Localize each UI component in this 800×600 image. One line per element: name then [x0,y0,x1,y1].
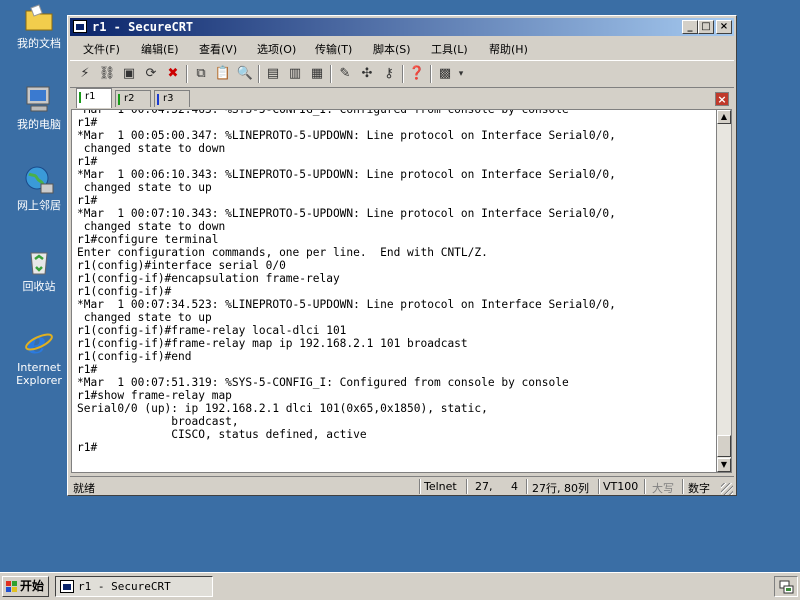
paste-icon[interactable]: 📋 [214,65,232,83]
session-tabs: r1 r2 r3 × [70,88,734,108]
toolbar-separator [430,65,432,83]
recycle-bin-icon [30,252,48,275]
global-options-icon[interactable]: ✣ [358,65,376,83]
toolbar-separator [330,65,332,83]
start-label: 开始 [20,579,45,593]
print-icon[interactable]: ▤ [264,65,282,83]
disconnect-icon[interactable]: ✖ [164,65,182,83]
tab-r2[interactable]: r2 [115,90,151,107]
network-icon [25,166,54,194]
session-options-icon[interactable]: ✎ [336,65,354,83]
maximize-button[interactable]: □ [698,20,714,34]
print-setup-icon[interactable]: ▦ [308,65,326,83]
securecrt-window: r1 - SecureCRT _ □ × 文件(F) 编辑(E) 查看(V) 选… [67,15,737,496]
copy-icon[interactable]: ⧉ [192,65,210,83]
status-ready: 就绪 [73,482,95,495]
menu-script[interactable]: 脚本(S) [373,41,411,57]
toolbar-separator [186,65,188,83]
scroll-thumb[interactable] [717,435,731,457]
folder-icon [25,4,53,31]
desktop-icon-label: 我的电脑 [17,118,61,131]
start-button[interactable]: 开始 [2,576,49,597]
app-icon [73,20,87,33]
close-tab-icon[interactable]: × [715,92,729,106]
menu-transfer[interactable]: 传输(T) [315,41,352,57]
terminal-output[interactable]: *Mar 1 00:04:52.463: %SYS-5-CONFIG_I: Co… [71,109,718,473]
tab-status-indicator [157,94,159,105]
menu-bar: 文件(F) 编辑(E) 查看(V) 选项(O) 传输(T) 脚本(S) 工具(L… [70,38,734,58]
toolbar-separator [258,65,260,83]
menu-edit[interactable]: 编辑(E) [141,41,179,57]
toolbar-overflow-icon[interactable]: ▾ [456,65,466,83]
desktop-icon-label: 回收站 [22,280,56,293]
status-separator [644,479,646,494]
scroll-up-arrow-icon[interactable]: ▲ [717,110,731,124]
status-bar: 就绪 Telnet 27, 4 27行, 80列 VT100 大写 数字 [70,476,734,496]
status-separator [419,479,421,494]
tab-r1[interactable]: r1 [76,88,112,108]
tab-status-indicator [118,94,120,105]
system-tray [774,576,798,597]
windows-logo-icon [6,581,17,592]
app-icon [60,580,74,593]
desktop-icon-my-documents[interactable]: 我的文档 [6,2,72,50]
desktop-icon-label: 网上邻居 [17,199,61,212]
reconnect-icon[interactable]: ⟳ [142,65,160,83]
status-separator [526,479,528,494]
taskbar: 开始 r1 - SecureCRT [0,572,800,600]
status-col: 4 [511,480,518,493]
tab-label: r1 [85,91,96,102]
connect-icon[interactable]: ⚡ [76,65,94,83]
terminal-text: *Mar 1 00:04:52.463: %SYS-5-CONFIG_I: Co… [77,109,616,454]
desktop-icon-label: 我的文档 [17,37,61,50]
resize-grip[interactable] [721,483,733,495]
menu-help[interactable]: 帮助(H) [489,41,528,57]
close-button[interactable]: × [716,20,732,34]
window-title: r1 - SecureCRT [92,20,194,34]
tab-label: r3 [163,93,174,104]
desktop-icon-recycle-bin[interactable]: 回收站 [6,245,72,293]
status-row: 27, [475,480,493,493]
vertical-scrollbar[interactable]: ▲ ▼ [716,109,732,473]
desktop-icon-label: Internet Explorer [16,361,62,387]
find-icon[interactable]: 🔍 [236,65,254,83]
toolbar-separator [402,65,404,83]
tab-r3[interactable]: r3 [154,90,190,107]
desktop-icon-my-computer[interactable]: 我的电脑 [6,83,72,131]
network-tray-icon[interactable] [779,579,794,594]
minimize-button[interactable]: _ [682,20,698,34]
desktop-icon-internet-explorer[interactable]: e Internet Explorer [6,326,72,387]
key-icon[interactable]: ⚷ [380,65,398,83]
connect-tab-icon[interactable]: ▣ [120,65,138,83]
print-selection-icon[interactable]: ▥ [286,65,304,83]
status-emulation: VT100 [603,480,639,493]
computer-icon [26,86,50,112]
status-protocol: Telnet [424,480,457,493]
help-icon[interactable]: ❓ [408,65,426,83]
keymap-icon[interactable]: ▩ [436,65,454,83]
taskbar-item-label: r1 - SecureCRT [78,580,171,593]
menu-file[interactable]: 文件(F) [83,41,120,57]
taskbar-item-securecrt[interactable]: r1 - SecureCRT [55,576,213,597]
tab-label: r2 [124,93,135,104]
status-separator [598,479,600,494]
menu-view[interactable]: 查看(V) [199,41,237,57]
desktop-icon-network[interactable]: 网上邻居 [6,164,72,212]
menu-options[interactable]: 选项(O) [257,41,296,57]
quick-connect-icon[interactable]: ⛓ [98,65,116,83]
status-separator [466,479,468,494]
internet-explorer-icon: e [25,326,53,358]
status-num: 数字 [688,482,710,495]
status-size: 27行, 80列 [532,482,589,495]
scroll-down-arrow-icon[interactable]: ▼ [717,458,731,472]
title-bar[interactable]: r1 - SecureCRT _ □ × [70,18,734,36]
status-separator [682,479,684,494]
tab-status-indicator [79,92,81,103]
menu-tools[interactable]: 工具(L) [431,41,468,57]
toolbar: ⚡ ⛓ ▣ ⟳ ✖ ⧉ 📋 🔍 ▤ ▥ ▦ ✎ ✣ ⚷ ❓ ▩ ▾ [70,60,734,88]
status-caps: 大写 [652,482,674,495]
